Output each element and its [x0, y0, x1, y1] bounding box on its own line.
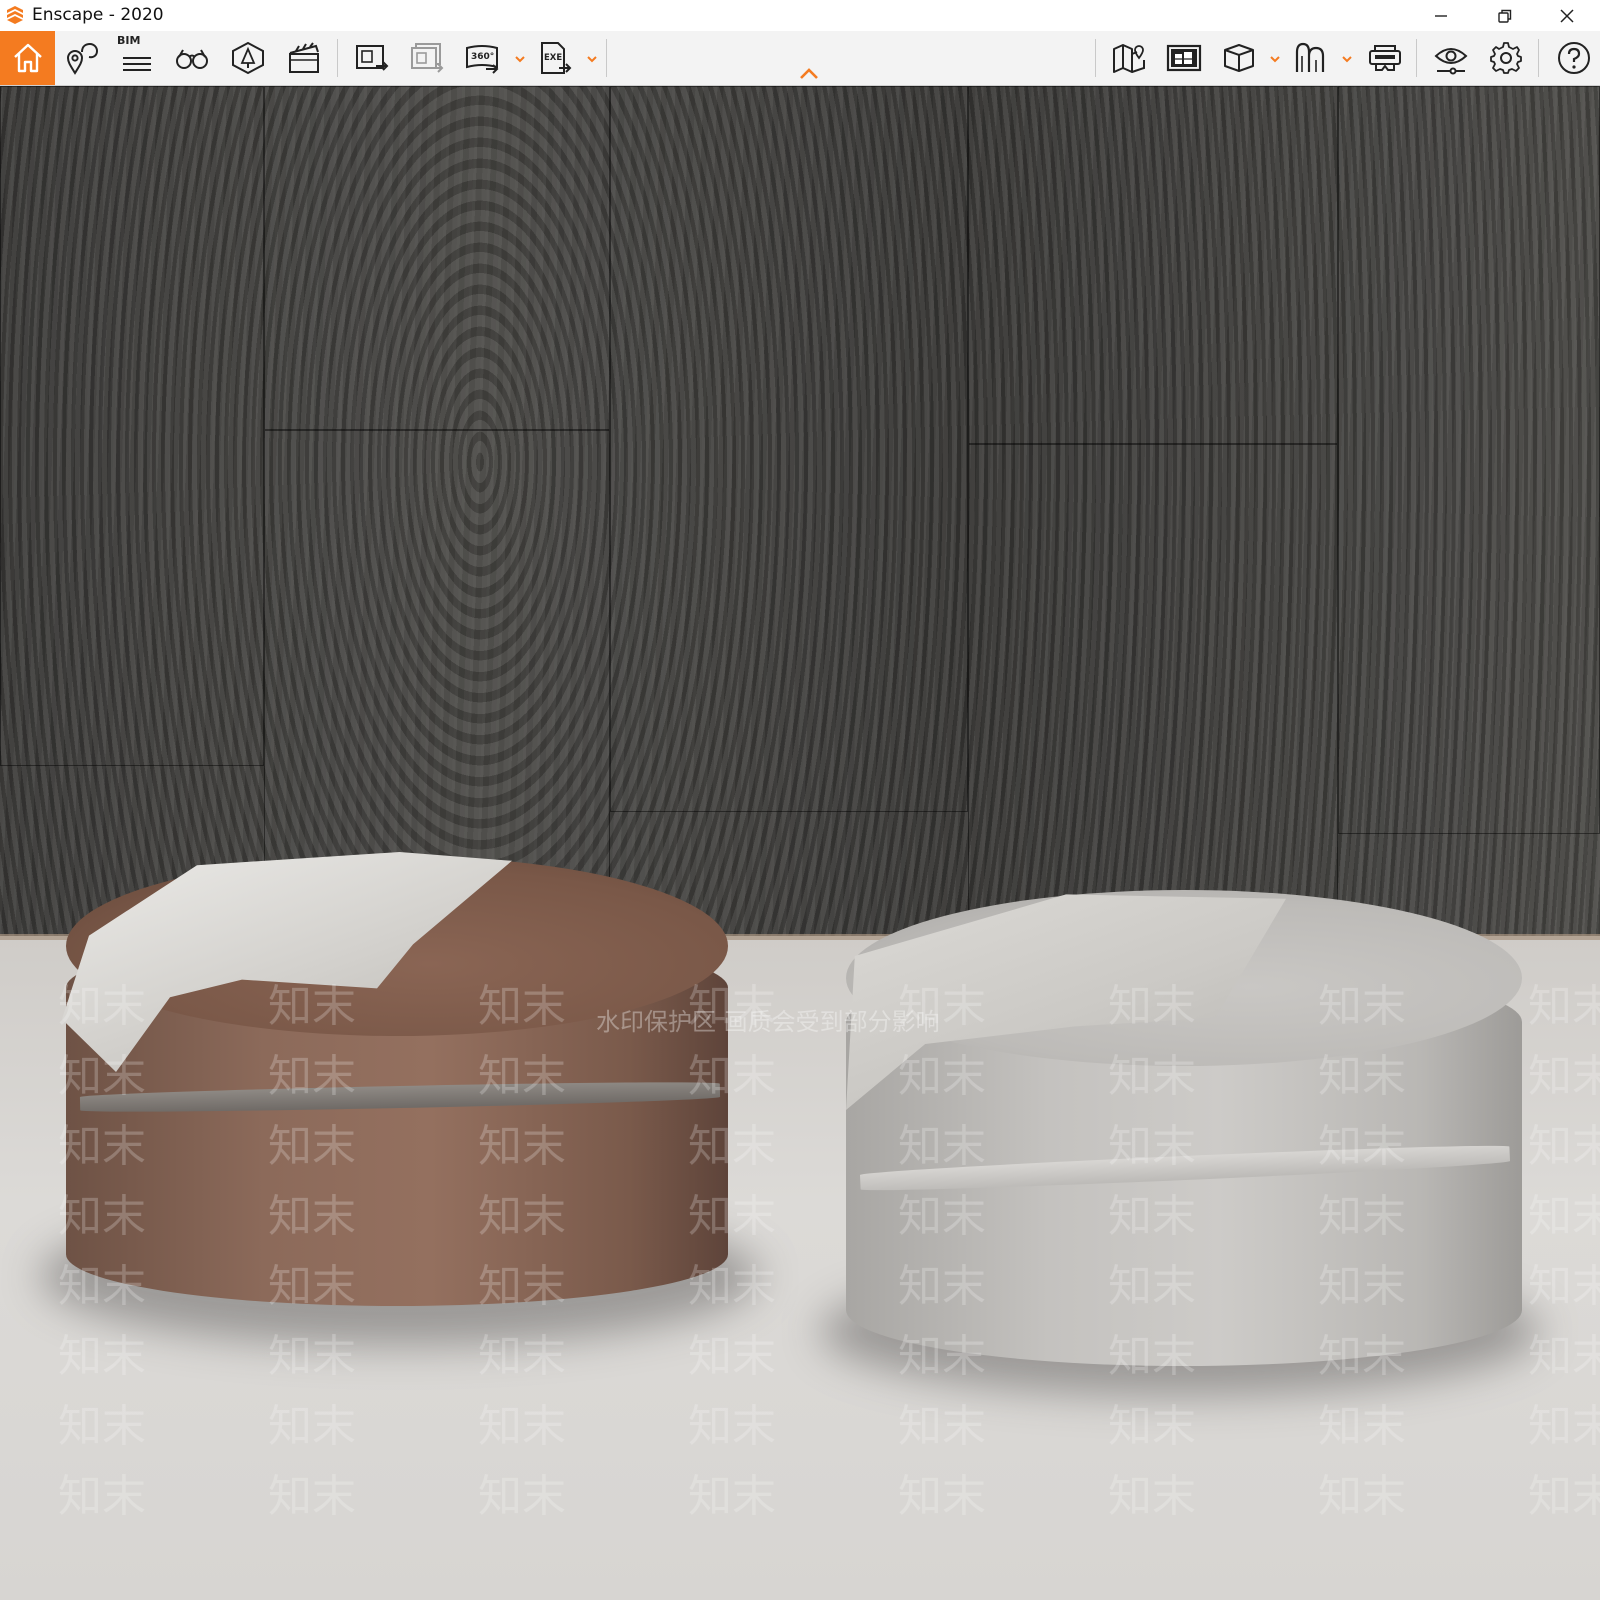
window-title: Enscape - 2020 [32, 5, 164, 25]
batch-render-button[interactable] [405, 36, 449, 80]
cube-dropdown[interactable] [1268, 51, 1282, 65]
binoculars-button[interactable] [170, 36, 214, 80]
minimize-button[interactable] [1410, 0, 1472, 31]
restore-icon [1498, 9, 1512, 23]
binoculars-icon [176, 49, 208, 69]
toolbar-separator [1095, 39, 1096, 77]
screenshot-button[interactable] [350, 36, 394, 80]
view-management-button[interactable] [60, 36, 104, 80]
chevron-down-icon [1342, 56, 1352, 63]
wall-plank [0, 86, 264, 766]
chevron-down-icon [587, 56, 597, 63]
render-viewport[interactable]: 水印保护区 画质会受到部分影响 知末 知末 知末 知末 知末 知末 知末 知末 知末 知末 知末 知末… [0, 86, 1600, 1600]
wall-plank [968, 86, 1338, 444]
help-icon [1558, 42, 1590, 74]
restore-button[interactable] [1474, 0, 1536, 31]
cube-button[interactable] [1217, 36, 1261, 80]
close-button[interactable] [1536, 0, 1598, 31]
title-bar: Enscape - 2020 [0, 0, 1600, 31]
map-button[interactable] [1107, 36, 1151, 80]
toolbar-separator [1416, 39, 1417, 77]
visual-settings-icon [1434, 48, 1468, 75]
video-editor-button[interactable] [282, 36, 326, 80]
toolbar-separator [337, 39, 338, 77]
bim-button[interactable]: BIM [115, 34, 159, 80]
wall-plank [264, 86, 610, 430]
panorama-icon: 360° [466, 45, 499, 74]
export-exe-button[interactable]: EXE [533, 36, 577, 80]
settings-icon [1490, 42, 1522, 74]
asset-library-icon [1166, 44, 1202, 72]
site-context-dropdown[interactable] [1340, 51, 1354, 65]
view-management-icon [66, 42, 99, 75]
help-button[interactable] [1552, 36, 1596, 80]
vr-headset-button[interactable] [1363, 36, 1407, 80]
exe-label: EXE [544, 53, 562, 63]
minimize-icon [1435, 14, 1447, 17]
site-context-icon [1295, 42, 1325, 72]
video-editor-icon [289, 42, 319, 73]
toolbar-separator [606, 39, 607, 77]
visual-settings-button[interactable] [1429, 36, 1473, 80]
home-button[interactable] [0, 31, 55, 85]
wall-plank [610, 86, 968, 812]
settings-button[interactable] [1484, 36, 1528, 80]
enscape-logo-icon [4, 4, 26, 26]
asset-library-button[interactable] [1162, 36, 1206, 80]
home-icon [13, 43, 42, 73]
chevron-down-icon [1270, 56, 1280, 63]
screenshot-icon [356, 45, 389, 71]
panorama-dropdown[interactable] [513, 51, 527, 65]
light-view-button[interactable] [226, 36, 270, 80]
export-exe-icon: EXE [541, 42, 572, 74]
vr-headset-icon [1369, 45, 1401, 71]
light-view-icon [232, 41, 264, 75]
site-context-button[interactable] [1289, 36, 1333, 80]
close-icon [1560, 8, 1574, 23]
bim-label: BIM [117, 34, 141, 47]
collapse-toolbar-button[interactable] [798, 66, 820, 82]
export-dropdown[interactable] [585, 51, 599, 65]
toolbar-separator [1538, 39, 1539, 77]
batch-render-icon [411, 43, 444, 73]
map-icon [1113, 44, 1145, 73]
chevron-down-icon [515, 56, 525, 63]
cube-icon [1224, 44, 1254, 72]
wall-plank [1338, 86, 1600, 834]
chevron-up-icon [800, 68, 818, 79]
panorama-label: 360° [471, 52, 494, 62]
panorama-button[interactable]: 360° [460, 36, 504, 80]
